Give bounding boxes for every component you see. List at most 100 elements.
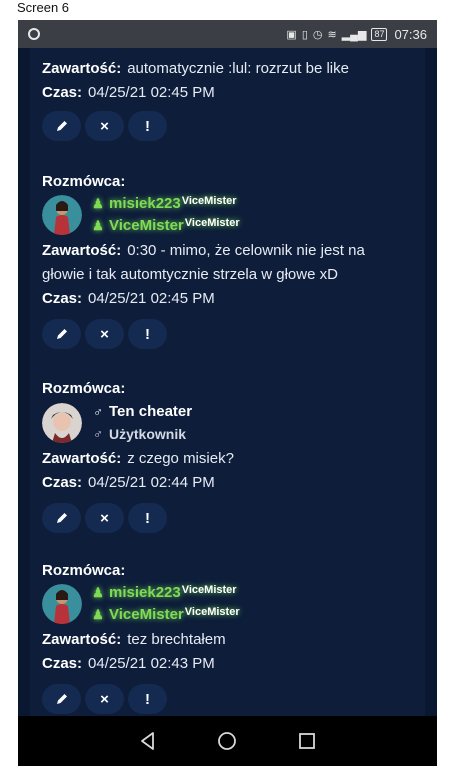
user-names: ♟ misiek223 ViceMister ♟ ViceMister Vice… [91,194,240,236]
recents-square-icon [299,733,316,749]
edit-button[interactable] [42,111,81,141]
report-button[interactable]: ! [128,319,167,349]
report-button[interactable]: ! [128,684,167,714]
role-line: ♂ Użytkownik [91,424,192,444]
user-name: misiek223 [109,584,181,601]
role-name: ViceMister [109,217,184,234]
time-value: 04/25/21 02:45 PM [88,290,215,307]
edit-icon [56,121,67,131]
person-icon: ♟ [92,585,104,600]
time-value: 04/25/21 02:44 PM [88,474,215,491]
user-name-line[interactable]: ♂ Ten cheater [91,402,192,422]
person-icon: ♟ [92,607,104,622]
message-entry: Rozmówca: ♟ misiek223 ViceMister ♟ ViceM… [42,172,422,349]
user-names: ♟ misiek223 ViceMister ♟ ViceMister Vice… [91,583,240,625]
content-line: Zawartość: z czego misiek? [42,447,422,471]
time-line: Czas: 04/25/21 02:43 PM [42,652,422,676]
back-triangle-icon [140,732,154,750]
time-label: Czas: [42,290,83,307]
content-line-2: głowie i tak automtycznie strzela w głow… [42,263,422,287]
time-line: Czas: 04/25/21 02:45 PM [42,287,422,311]
content-value: automatycznie :lul: rozrzut be like [127,60,349,77]
time-line: Czas: 04/25/21 02:45 PM [42,81,422,105]
role-name: Użytkownik [109,426,187,442]
person-icon: ♟ [92,218,104,233]
vibrate-icon: ▯ [301,28,308,41]
messages-list[interactable]: Zawartość: automatycznie :lul: rozrzut be… [18,48,437,738]
content-label: Zawartość: [42,60,122,77]
action-buttons: × ! [42,503,422,533]
user-row: ♟ misiek223 ViceMister ♟ ViceMister Vice… [42,583,422,625]
content-value: 0:30 - mimo, że celownik nie jest na [127,242,365,259]
clock: 07:36 [394,26,427,42]
wifi-icon: ≋ [327,28,337,41]
message-entry-partial: Zawartość: automatycznie :lul: rozrzut be… [42,57,422,141]
back-button[interactable] [133,726,163,756]
user-row: ♟ misiek223 ViceMister ♟ ViceMister Vice… [42,194,422,236]
delete-button[interactable]: × [85,319,124,349]
content-value-2: głowie i tak automtycznie strzela w głow… [42,266,338,283]
content-label: Zawartość: [42,450,122,467]
message-entry: Rozmówca: ♟ misiek223 ViceMister ♟ ViceM… [42,561,422,714]
speaker-label: Rozmówca: [42,173,126,190]
person-icon: ♟ [92,196,104,211]
role-line: ♟ ViceMister ViceMister [91,216,240,236]
content-line: Zawartość: automatycznie :lul: rozrzut be… [42,57,422,81]
content-value: z czego misiek? [127,450,234,467]
message-entry: Rozmówca: ♂ Ten cheater ♂ Użytkownik Zaw… [42,379,422,533]
role-name: ViceMister [109,606,184,623]
action-buttons: × ! [42,111,422,141]
user-name: misiek223 [109,195,181,212]
role-line: ♟ ViceMister ViceMister [91,605,240,625]
user-name: Ten cheater [109,403,193,420]
report-button[interactable]: ! [128,111,167,141]
user-name-line[interactable]: ♟ misiek223 ViceMister [91,194,240,214]
role-suffix: ViceMister [184,606,240,618]
edit-icon [56,329,67,339]
edit-button[interactable] [42,319,81,349]
screen-label: Screen 6 [17,0,70,15]
edit-button[interactable] [42,684,81,714]
male-icon: ♂ [93,404,103,419]
avatar[interactable] [42,403,82,443]
delete-button[interactable]: × [85,503,124,533]
report-button[interactable]: ! [128,503,167,533]
battery-indicator: 87 [371,27,388,41]
user-rank-suffix: ViceMister [181,584,237,596]
user-names: ♂ Ten cheater ♂ Użytkownik [91,402,192,444]
android-nav-bar [18,716,437,766]
recents-button[interactable] [292,726,322,756]
content-line: Zawartość: tez brechtałem [42,628,422,652]
male-icon: ♂ [93,426,103,441]
time-value: 04/25/21 02:45 PM [88,84,215,101]
role-suffix: ViceMister [184,217,240,229]
edit-button[interactable] [42,503,81,533]
avatar[interactable] [42,584,82,624]
content-label: Zawartość: [42,242,122,259]
time-line: Czas: 04/25/21 02:44 PM [42,471,422,495]
content-label: Zawartość: [42,631,122,648]
home-circle-icon [218,732,237,750]
content-line: Zawartość: 0:30 - mimo, że celownik nie j… [42,239,422,263]
speaker-label: Rozmówca: [42,380,126,397]
content-value: tez brechtałem [127,631,226,648]
edit-icon [56,694,67,704]
delete-button[interactable]: × [85,684,124,714]
user-rank-suffix: ViceMister [181,195,237,207]
phone-screen: ▣ ▯ ◷ ≋ ▂▄▆ 87 07:36 Zawartość: automatyc… [18,20,437,766]
action-buttons: × ! [42,319,422,349]
user-row: ♂ Ten cheater ♂ Użytkownik [42,402,422,444]
home-button[interactable] [212,726,242,756]
alarm-icon: ◷ [312,28,323,41]
status-bar: ▣ ▯ ◷ ≋ ▂▄▆ 87 07:36 [18,20,437,48]
signal-icon: ▂▄▆ [341,28,367,41]
speaker-label: Rozmówca: [42,562,126,579]
delete-button[interactable]: × [85,111,124,141]
avatar[interactable] [42,195,82,235]
time-label: Czas: [42,84,83,101]
user-name-line[interactable]: ♟ misiek223 ViceMister [91,583,240,603]
action-buttons: × ! [42,684,422,714]
time-value: 04/25/21 02:43 PM [88,655,215,672]
nfc-icon: ▣ [286,28,297,41]
messenger-icon [28,28,40,40]
